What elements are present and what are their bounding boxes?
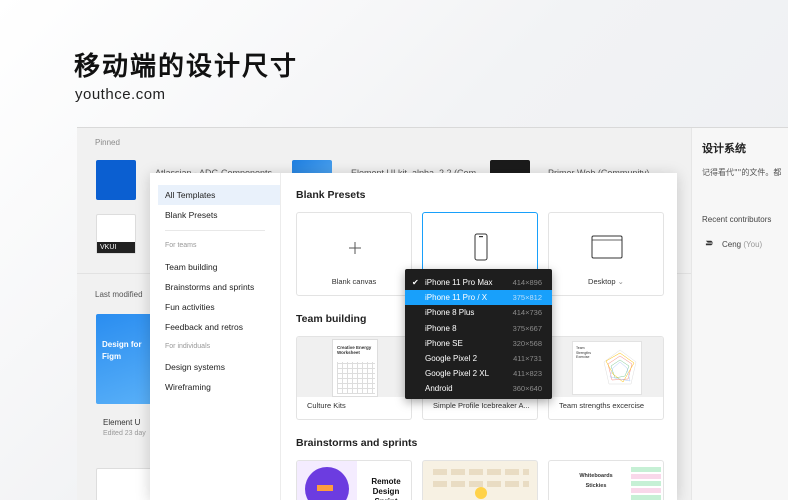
- template-card-remote-design-sprint[interactable]: Remote Design Sprint: [296, 460, 412, 500]
- dropdown-item-google-pixel-2-xl[interactable]: Google Pixel 2 XL 411×823: [405, 366, 552, 381]
- section-title-brainstorms: Brainstorms and sprints: [296, 437, 418, 449]
- blank-canvas-card[interactable]: Blank canvas: [296, 212, 412, 296]
- sidebar-item-wireframing[interactable]: Wireframing: [165, 382, 211, 392]
- device-size: 320×568: [512, 338, 542, 348]
- whiteboards-title: Whiteboards Stickies: [579, 473, 613, 489]
- desktop-label: Desktop: [588, 277, 616, 286]
- sidebar-item-all-templates[interactable]: All Templates: [158, 185, 280, 205]
- recent-file-thumb-text: Design for Figm: [102, 340, 142, 361]
- device-name: iPhone 11 Pro Max: [425, 278, 493, 287]
- recent-file-edited: Edited 23 day: [103, 430, 146, 437]
- device-size-dropdown[interactable]: ✔ iPhone 11 Pro Max 414×896 iPhone 11 Pr…: [405, 269, 552, 399]
- sidebar-item-brainstorms[interactable]: Brainstorms and sprints: [165, 282, 254, 292]
- recent-file-thumb[interactable]: Design for Figm: [96, 314, 156, 404]
- template-sidebar: All Templates Blank Presets For teams Te…: [150, 173, 281, 500]
- template-card-culture-kits[interactable]: Creative Energy Worksheet Culture Kits: [296, 336, 412, 420]
- worksheet-thumb-title: Creative Energy Worksheet: [337, 345, 372, 355]
- sidebar-divider: [165, 230, 265, 231]
- culture-kits-label: Culture Kits: [307, 401, 346, 410]
- team-strengths-label: Team strengths excercise: [559, 401, 645, 410]
- desktop-label-row: Desktop ⌄: [549, 277, 663, 286]
- pinned-thumb-vkui[interactable]: VKUI: [96, 214, 136, 254]
- stickies-art: [631, 465, 661, 500]
- device-size: 360×640: [512, 384, 542, 394]
- sprint-thumb-art: [297, 461, 357, 500]
- dropdown-item-iphone-8-plus[interactable]: iPhone 8 Plus 414×736: [405, 305, 552, 320]
- hero-subtitle: youthce.com: [75, 86, 166, 103]
- device-name: iPhone 8: [425, 323, 457, 333]
- contributor-row: Ceng (You): [722, 240, 762, 249]
- recent-contributors-label: Recent contributors: [702, 215, 772, 224]
- device-name: Google Pixel 2: [425, 353, 478, 363]
- contributor-tag: (You): [743, 240, 763, 249]
- blank-canvas-label: Blank canvas: [331, 277, 377, 286]
- dropdown-item-google-pixel-2[interactable]: Google Pixel 2 411×731: [405, 351, 552, 366]
- pinned-thumb-atlassian[interactable]: [96, 160, 136, 200]
- worksheet-grid: [337, 362, 375, 394]
- sidebar-item-design-systems[interactable]: Design systems: [165, 362, 225, 372]
- sidebar-item-blank-presets[interactable]: Blank Presets: [165, 210, 217, 220]
- profile-icebreaker-label: Simple Profile Icebreaker A...: [433, 401, 530, 410]
- strengths-chart-thumb: Team Strengths Exercise: [572, 341, 642, 395]
- sticky-row: [433, 469, 529, 475]
- sidebar-item-team-building[interactable]: Team building: [165, 262, 217, 272]
- radar-chart-icon: [603, 349, 637, 385]
- dropdown-item-iphone-11-pro-max[interactable]: ✔ iPhone 11 Pro Max 414×896: [405, 275, 552, 290]
- section-title-team-building: Team building: [296, 313, 367, 325]
- sprint-shape: [317, 485, 333, 491]
- sidebar-section-for-teams: For teams: [165, 242, 197, 249]
- design-system-note: 记得看代""的文件。都: [702, 168, 782, 177]
- dropdown-item-iphone-11-pro-x[interactable]: iPhone 11 Pro / X 375×812: [405, 290, 552, 306]
- device-size: 414×896: [512, 278, 542, 287]
- right-panel: [691, 128, 788, 500]
- desktop-icon: [591, 235, 623, 259]
- desktop-preset-card[interactable]: Desktop ⌄: [548, 212, 664, 296]
- recent-file-name[interactable]: Element U: [103, 418, 140, 427]
- device-name: Android: [425, 384, 453, 394]
- emoji-icon: [475, 487, 487, 499]
- device-name: iPhone 8 Plus: [425, 308, 475, 318]
- check-icon: ✔: [412, 278, 419, 287]
- device-name: iPhone SE: [425, 338, 463, 348]
- device-name: iPhone 11 Pro / X: [425, 293, 488, 303]
- hero-title: 移动端的设计尺寸: [74, 52, 299, 82]
- worksheet-thumb: Creative Energy Worksheet: [332, 339, 378, 397]
- section-title-blank-presets: Blank Presets: [296, 189, 366, 201]
- sprint-circle: [305, 467, 349, 500]
- template-card-whiteboards[interactable]: Whiteboards Stickies: [548, 460, 664, 500]
- chevron-down-icon: ⌄: [617, 277, 624, 286]
- dropdown-item-android[interactable]: Android 360×640: [405, 381, 552, 396]
- device-size: 414×736: [512, 308, 542, 318]
- device-size: 411×823: [513, 369, 542, 379]
- remote-design-sprint-title: Remote Design Sprint: [371, 477, 401, 500]
- strengths-thumb-title: Team Strengths Exercise: [576, 346, 591, 359]
- sidebar-item-fun-activities[interactable]: Fun activities: [165, 302, 215, 312]
- recent-file-thumb-2[interactable]: [96, 468, 156, 500]
- culture-kits-thumb: Creative Energy Worksheet: [297, 337, 411, 397]
- device-name: Google Pixel 2 XL: [425, 369, 490, 379]
- pinned-label: Pinned: [95, 138, 120, 147]
- phone-icon: [474, 233, 488, 261]
- device-size: 375×667: [512, 323, 542, 333]
- template-card-brainstorm-2[interactable]: [422, 460, 538, 500]
- dropdown-item-iphone-8[interactable]: iPhone 8 375×667: [405, 321, 552, 336]
- sidebar-item-feedback[interactable]: Feedback and retros: [165, 322, 243, 332]
- contributor-avatar-icon: [705, 240, 714, 246]
- device-size: 375×812: [512, 293, 542, 303]
- vkui-tag: VKUI: [97, 242, 135, 253]
- sidebar-section-for-individuals: For individuals: [165, 343, 211, 350]
- template-card-team-strengths[interactable]: Team Strengths Exercise Team strengths e…: [548, 336, 664, 420]
- plus-icon: [349, 242, 361, 254]
- device-size: 411×731: [513, 353, 542, 363]
- team-strengths-thumb: Team Strengths Exercise: [549, 337, 663, 397]
- contributor-name: Ceng: [722, 240, 742, 249]
- dropdown-item-iphone-se[interactable]: iPhone SE 320×568: [405, 336, 552, 351]
- last-modified-label[interactable]: Last modified: [95, 290, 143, 299]
- design-system-title: 设计系统: [702, 142, 746, 155]
